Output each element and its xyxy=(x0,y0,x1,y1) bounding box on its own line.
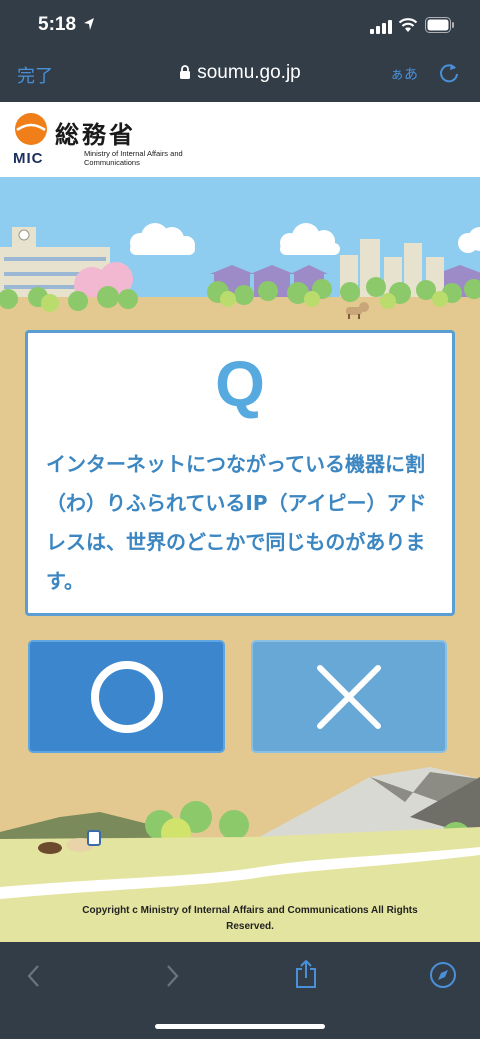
answer-true-button[interactable] xyxy=(28,640,225,753)
wifi-icon xyxy=(398,18,418,32)
location-arrow-icon xyxy=(84,18,94,30)
question-mark-label: Q xyxy=(215,348,265,420)
reload-icon[interactable] xyxy=(438,62,460,84)
mic-logo-icon xyxy=(15,113,47,145)
cross-icon xyxy=(317,664,381,729)
ministry-name-en: Ministry of Internal Affairs and Communi… xyxy=(84,149,183,167)
forward-icon[interactable] xyxy=(164,964,180,988)
site-header: MIC 総務省 Ministry of Internal Affairs and… xyxy=(0,102,480,177)
question-card: Q インターネットにつながっている機器に割（わ）りふられているIP（アイピー）ア… xyxy=(25,330,455,616)
share-icon[interactable] xyxy=(294,959,318,989)
url-text: soumu.go.jp xyxy=(197,62,301,83)
browser-chrome: 5:18 完了 soumu.go.jp ぁあ xyxy=(0,0,480,102)
battery-icon xyxy=(425,17,454,33)
cellular-signal-icon xyxy=(370,20,392,34)
compass-icon[interactable] xyxy=(429,961,457,989)
status-bar: 5:18 xyxy=(0,0,480,52)
status-time: 5:18 xyxy=(38,14,77,35)
copyright-text: Copyright c Ministry of Internal Affairs… xyxy=(82,905,418,932)
ministry-name-jp: 総務省 xyxy=(55,121,136,149)
quiz-scene: Q インターネットにつながっている機器に割（わ）りふられているIP（アイピー）ア… xyxy=(0,177,480,942)
lock-icon xyxy=(180,65,191,79)
text-size-button[interactable]: ぁあ xyxy=(390,64,418,84)
logo-abbr: MIC xyxy=(13,150,44,167)
circle-icon xyxy=(90,660,163,733)
browser-toolbar xyxy=(0,942,480,1039)
home-indicator xyxy=(155,1024,325,1029)
question-text: インターネットにつながっている機器に割（わ）りふられているIP（アイピー）アドレ… xyxy=(46,452,427,593)
answer-false-button[interactable] xyxy=(251,640,447,753)
back-icon[interactable] xyxy=(26,964,42,988)
